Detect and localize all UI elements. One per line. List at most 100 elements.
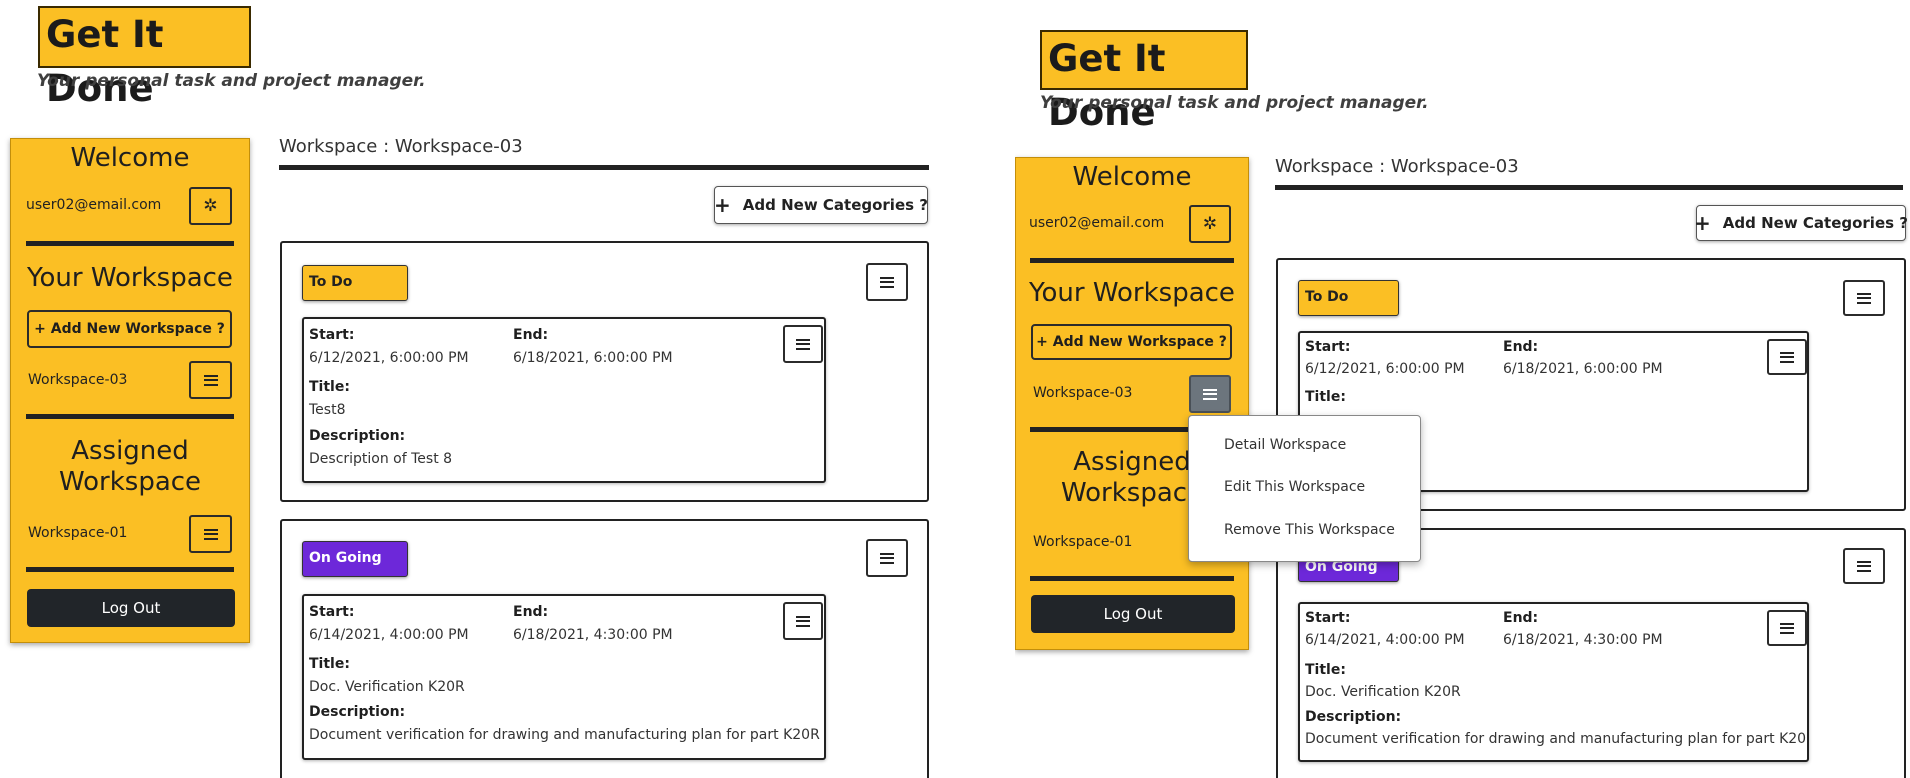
sidebar-divider: [1030, 258, 1234, 263]
app-tagline: Your personal task and project manager.: [1040, 93, 1429, 113]
your-workspace-heading: Your Workspace: [27, 263, 233, 293]
menu-item-detail-workspace[interactable]: Detail Workspace: [1224, 437, 1346, 453]
plus-icon: +: [714, 193, 731, 217]
hamburger-icon: [203, 528, 218, 540]
gear-icon: ✲: [1202, 213, 1218, 234]
assigned-heading-line2: Workspace: [58, 467, 202, 497]
workspace-divider: [279, 165, 929, 170]
assigned-workspace-label[interactable]: Workspace-01: [28, 525, 127, 541]
task-card[interactable]: Start: 6/14/2021, 4:00:00 PM End: 6/18/2…: [1298, 602, 1809, 762]
assigned-workspace-menu-button[interactable]: [189, 515, 232, 553]
task-end-label: End:: [1503, 610, 1539, 626]
app-logo: Get It Done: [38, 6, 251, 110]
hamburger-icon: [1780, 622, 1794, 634]
task-start-label: Start:: [309, 604, 355, 620]
category-card-ongoing: On Going Start: 6/14/2021, 4:00:00 PM En…: [280, 519, 929, 778]
settings-button[interactable]: ✲: [189, 187, 232, 225]
hamburger-icon: [1857, 560, 1871, 572]
sidebar: Welcome user02@email.com ✲ Your Workspac…: [10, 138, 250, 643]
category-menu-button[interactable]: [1843, 548, 1885, 584]
sidebar-divider: [26, 567, 234, 572]
task-title-label: Title:: [1305, 389, 1346, 405]
workspace-title: Workspace : Workspace-03: [279, 136, 523, 157]
add-workspace-button[interactable]: + Add New Workspace ?: [1031, 324, 1232, 360]
app-logo: Get It Done: [1040, 30, 1248, 134]
add-category-button[interactable]: + Add New Categories ?: [714, 186, 928, 224]
task-title-label: Title:: [309, 656, 350, 672]
task-end-label: End:: [513, 604, 549, 620]
task-card[interactable]: Start: 6/14/2021, 4:00:00 PM End: 6/18/2…: [302, 594, 826, 760]
task-end-value: 6/18/2021, 4:30:00 PM: [1503, 632, 1663, 648]
add-category-label: Add New Categories ?: [742, 196, 928, 214]
sidebar: Welcome user02@email.com ✲ Your Workspac…: [1015, 157, 1249, 650]
task-desc-value: Document verification for drawing and ma…: [1305, 731, 1809, 747]
welcome-heading: Welcome: [70, 143, 190, 173]
category-badge: To Do: [302, 265, 408, 301]
hamburger-icon: [1203, 388, 1217, 400]
category-badge: On Going: [302, 541, 408, 577]
task-desc-label: Description:: [309, 428, 406, 444]
screen-default: Get It Done Your personal task and proje…: [0, 0, 950, 778]
assigned-workspace-label[interactable]: Workspace-01: [1033, 534, 1132, 550]
plus-icon: +: [1694, 211, 1711, 235]
task-title-label: Title:: [1305, 662, 1346, 678]
task-start-label: Start:: [309, 327, 355, 343]
sidebar-divider: [26, 414, 234, 419]
workspace-item-label[interactable]: Workspace-03: [28, 372, 127, 388]
task-title-label: Title:: [309, 379, 350, 395]
menu-item-edit-workspace[interactable]: Edit This Workspace: [1224, 479, 1365, 495]
workspace-menu-button[interactable]: [1189, 375, 1231, 413]
task-menu-button[interactable]: [783, 602, 823, 640]
task-start-label: Start:: [1305, 610, 1351, 626]
welcome-heading: Welcome: [1072, 162, 1192, 192]
screen-dropdown-open: Get It Done Your personal task and proje…: [1015, 0, 1910, 778]
task-menu-button[interactable]: [783, 325, 823, 363]
hamburger-icon: [1780, 351, 1794, 363]
hamburger-icon: [880, 552, 894, 564]
settings-button[interactable]: ✲: [1189, 205, 1231, 243]
category-card-ongoing: On Going Start: 6/14/2021, 4:00:00 PM En…: [1276, 528, 1906, 778]
hamburger-icon: [880, 276, 894, 288]
task-start-value: 6/14/2021, 4:00:00 PM: [309, 627, 469, 643]
category-badge: To Do: [1298, 280, 1399, 316]
assigned-heading-line1: Assigned: [71, 436, 189, 466]
hamburger-icon: [796, 338, 810, 350]
task-desc-label: Description:: [309, 704, 406, 720]
task-start-value: 6/12/2021, 6:00:00 PM: [1305, 361, 1465, 377]
category-menu-button[interactable]: [1843, 280, 1885, 316]
add-category-label: Add New Categories ?: [1722, 214, 1908, 232]
logout-button[interactable]: Log Out: [1031, 595, 1235, 633]
task-title-value: Doc. Verification K20R: [309, 679, 465, 695]
task-menu-button[interactable]: [1767, 610, 1807, 646]
task-desc-value: Document verification for drawing and ma…: [309, 727, 820, 743]
add-category-button[interactable]: + Add New Categories ?: [1694, 205, 1908, 241]
sidebar-divider: [1030, 576, 1234, 581]
workspace-dropdown-menu: Detail Workspace Edit This Workspace Rem…: [1188, 415, 1421, 562]
task-title-value: Doc. Verification K20R: [1305, 684, 1461, 700]
category-card-todo: To Do Start: 6/12/2021, 6:00:00 PM End: …: [280, 241, 929, 502]
sidebar-divider: [26, 241, 234, 246]
workspace-menu-button[interactable]: [189, 361, 232, 399]
category-menu-button[interactable]: [866, 263, 908, 301]
task-start-label: Start:: [1305, 339, 1351, 355]
add-workspace-button[interactable]: + Add New Workspace ?: [27, 310, 232, 348]
task-start-value: 6/14/2021, 4:00:00 PM: [1305, 632, 1465, 648]
workspace-item-label[interactable]: Workspace-03: [1033, 385, 1132, 401]
task-desc-label: Description:: [1305, 709, 1402, 725]
task-menu-button[interactable]: [1767, 339, 1807, 375]
task-desc-value: Description of Test 8: [309, 451, 453, 467]
your-workspace-heading: Your Workspace: [1029, 278, 1235, 308]
menu-item-remove-workspace[interactable]: Remove This Workspace: [1224, 522, 1395, 538]
hamburger-icon: [203, 374, 218, 386]
task-card[interactable]: Start: 6/12/2021, 6:00:00 PM End: 6/18/2…: [302, 317, 826, 483]
logout-button[interactable]: Log Out: [27, 589, 235, 627]
task-start-value: 6/12/2021, 6:00:00 PM: [309, 350, 469, 366]
task-end-label: End:: [513, 327, 549, 343]
workspace-title: Workspace : Workspace-03: [1275, 156, 1519, 177]
category-menu-button[interactable]: [866, 539, 908, 577]
gear-icon: ✲: [203, 195, 218, 216]
user-email: user02@email.com: [26, 197, 162, 213]
task-end-value: 6/18/2021, 6:00:00 PM: [513, 350, 673, 366]
task-title-value: Test8: [309, 402, 346, 418]
task-end-value: 6/18/2021, 6:00:00 PM: [1503, 361, 1663, 377]
